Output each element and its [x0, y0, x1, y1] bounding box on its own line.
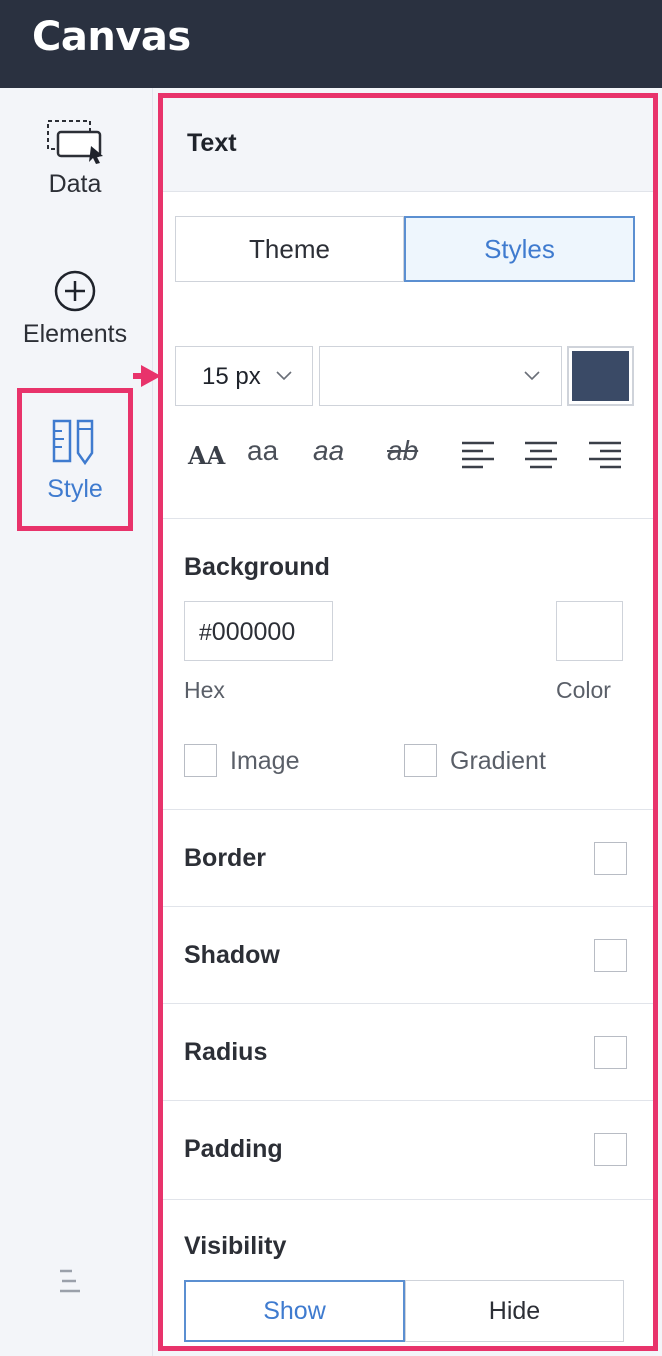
data-select-icon — [47, 120, 103, 164]
left-nav: Data Elements Style — [0, 88, 153, 1356]
uppercase-button[interactable]: AA — [188, 441, 225, 481]
strikethrough-button[interactable]: ab — [387, 435, 418, 475]
image-checkbox[interactable] — [184, 744, 217, 777]
panel-title: Text — [163, 98, 653, 192]
nav-elements-label: Elements — [22, 320, 128, 348]
background-section: Background #000000 Hex Color Image Gradi… — [163, 518, 653, 809]
border-checkbox[interactable] — [594, 842, 627, 875]
align-right-icon[interactable] — [588, 440, 622, 470]
show-button[interactable]: Show — [184, 1280, 405, 1342]
gradient-checkbox[interactable] — [404, 744, 437, 777]
text-format-toolbar: AA aa aa ab — [185, 435, 625, 485]
tab-theme[interactable]: Theme — [175, 216, 404, 282]
text-color-fill — [572, 351, 629, 401]
radius-title: Radius — [184, 1038, 268, 1066]
ruler-pencil-icon — [52, 419, 94, 466]
add-circle-icon — [54, 270, 96, 312]
background-title: Background — [184, 553, 330, 581]
hex-prefix: # — [199, 619, 212, 645]
radius-checkbox[interactable] — [594, 1036, 627, 1069]
chevron-down-icon — [276, 371, 292, 381]
padding-checkbox[interactable] — [594, 1133, 627, 1166]
top-bar: Canvas — [0, 0, 662, 88]
hex-input[interactable]: #000000 — [184, 601, 333, 661]
shadow-title: Shadow — [184, 941, 280, 969]
padding-title: Padding — [184, 1135, 283, 1163]
border-section: Border — [163, 809, 653, 906]
color-label: Color — [556, 677, 611, 703]
italic-button[interactable]: aa — [313, 435, 344, 475]
shadow-checkbox[interactable] — [594, 939, 627, 972]
image-label: Image — [230, 747, 300, 775]
shadow-section: Shadow — [163, 906, 653, 1003]
menu-icon[interactable] — [58, 1268, 84, 1296]
radius-section: Radius — [163, 1003, 653, 1100]
text-color-swatch[interactable] — [567, 346, 634, 406]
nav-item-style[interactable]: Style — [17, 388, 133, 531]
nav-data-label: Data — [48, 170, 102, 198]
chevron-down-icon — [524, 371, 540, 381]
nav-item-elements[interactable]: Elements — [0, 268, 150, 349]
font-size-select[interactable]: 15 px — [175, 346, 313, 406]
lowercase-button[interactable]: aa — [247, 435, 278, 475]
nav-item-data[interactable]: Data — [0, 118, 150, 199]
font-family-select[interactable] — [319, 346, 562, 406]
border-title: Border — [184, 844, 266, 872]
visibility-title: Visibility — [184, 1232, 287, 1260]
visibility-toggle: Show Hide — [184, 1280, 624, 1342]
tab-styles[interactable]: Styles — [404, 216, 635, 282]
style-panel: Text Theme Styles 15 px AA aa aa ab Back… — [158, 93, 658, 1351]
visibility-section: Visibility Show Hide — [163, 1199, 653, 1346]
hex-label: Hex — [184, 677, 225, 703]
hex-value: 000000 — [211, 618, 296, 646]
align-center-icon[interactable] — [524, 440, 558, 470]
font-size-value: 15 px — [202, 363, 261, 390]
gradient-label: Gradient — [450, 747, 546, 775]
theme-styles-tabs: Theme Styles — [175, 216, 635, 282]
hide-button[interactable]: Hide — [405, 1280, 624, 1342]
align-left-icon[interactable] — [461, 440, 495, 470]
padding-section: Padding — [163, 1100, 653, 1197]
canvas-logo[interactable]: Canvas — [32, 14, 191, 60]
background-color-swatch[interactable] — [556, 601, 623, 661]
nav-style-label: Style — [47, 475, 103, 503]
